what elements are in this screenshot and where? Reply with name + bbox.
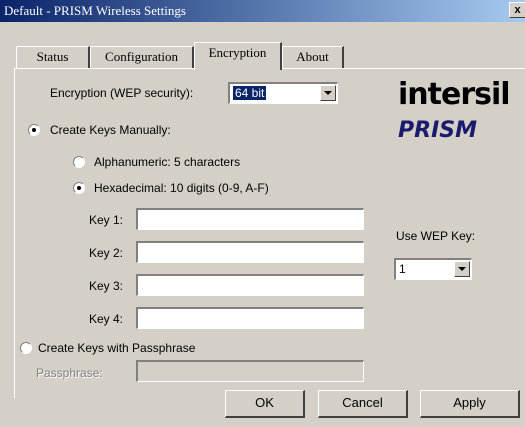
apply-button[interactable]: Apply xyxy=(420,390,520,418)
ok-button[interactable]: OK xyxy=(225,390,305,418)
key-1-label: Key 1: xyxy=(89,213,124,227)
tab-status[interactable]: Status xyxy=(16,46,90,68)
hexadecimal-radio[interactable] xyxy=(73,182,85,194)
hexadecimal-label: Hexadecimal: 10 digits (0-9, A-F) xyxy=(94,181,269,195)
passphrase-radio-label: Create Keys with Passphrase xyxy=(38,341,196,355)
wep-security-value: 64 bit xyxy=(233,86,267,100)
prism-logo: PRISM xyxy=(398,118,477,143)
key-1-input[interactable] xyxy=(136,208,364,230)
key-4-input[interactable] xyxy=(136,307,364,329)
passphrase-label: Passphrase: xyxy=(36,366,103,380)
passphrase-input[interactable] xyxy=(136,360,364,382)
passphrase-radio[interactable] xyxy=(20,342,32,354)
tab-about[interactable]: About xyxy=(282,46,344,68)
tab-configuration[interactable]: Configuration xyxy=(90,46,194,68)
alphanumeric-label: Alphanumeric: 5 characters xyxy=(94,155,241,169)
wep-security-label: Encryption (WEP security): xyxy=(50,86,194,100)
use-wep-key-label: Use WEP Key: xyxy=(396,229,476,243)
create-manual-label: Create Keys Manually: xyxy=(50,123,171,137)
create-manual-radio[interactable] xyxy=(28,124,40,136)
window-title: Default - PRISM Wireless Settings xyxy=(4,3,186,18)
alphanumeric-radio[interactable] xyxy=(73,156,85,168)
key-3-input[interactable] xyxy=(136,274,364,296)
wep-security-select[interactable]: 64 bit xyxy=(228,82,338,104)
key-2-label: Key 2: xyxy=(89,246,124,260)
key-4-label: Key 4: xyxy=(89,312,124,326)
key-3-label: Key 3: xyxy=(89,279,124,293)
intersil-logo: intersil xyxy=(398,77,511,112)
chevron-down-icon[interactable] xyxy=(320,85,336,101)
tab-encryption[interactable]: Encryption xyxy=(194,42,282,70)
chevron-down-icon[interactable] xyxy=(454,261,470,277)
title-bar: Default - PRISM Wireless Settings x xyxy=(0,0,525,22)
key-2-input[interactable] xyxy=(136,241,364,263)
use-wep-key-select[interactable]: 1 xyxy=(394,258,472,280)
use-wep-key-value: 1 xyxy=(399,262,406,276)
close-button[interactable]: x xyxy=(509,2,525,18)
cancel-button[interactable]: Cancel xyxy=(318,390,408,418)
